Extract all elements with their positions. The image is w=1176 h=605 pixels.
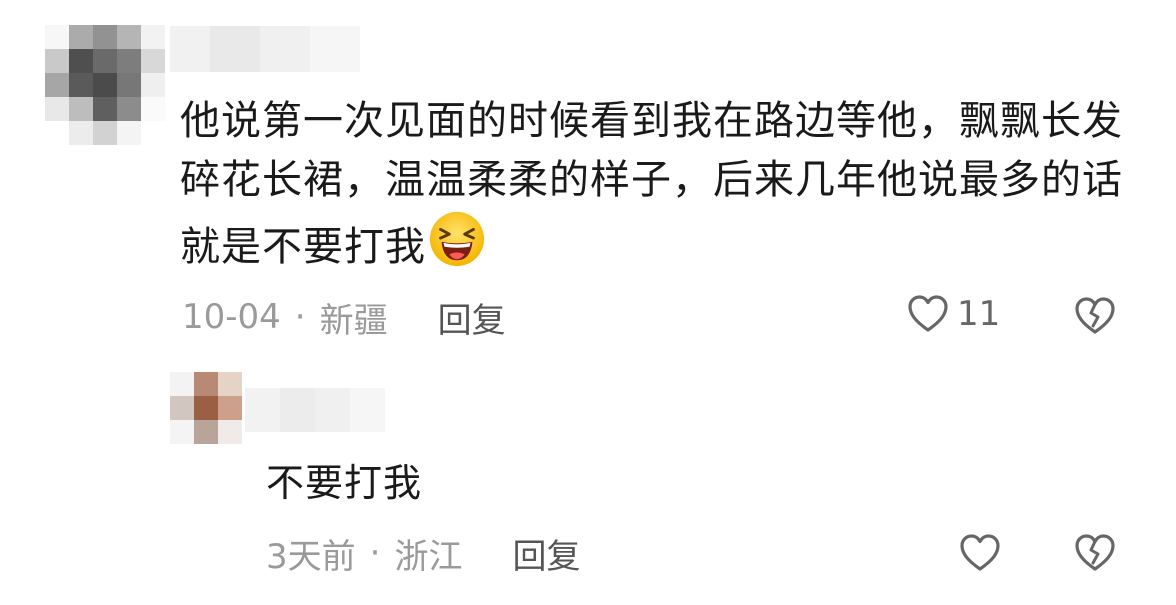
meta-separator: · xyxy=(294,297,306,337)
comment-thread: 他说第一次见面的时候看到我在路边等他，飘飘长发碎花长裙，温温柔柔的样子，后来几年… xyxy=(0,0,1176,605)
reply-location: 浙江 xyxy=(394,536,463,577)
dislike-button[interactable] xyxy=(1072,293,1118,339)
avatar[interactable] xyxy=(45,25,165,145)
reply-date: 3天前 xyxy=(266,536,356,577)
reply-button[interactable]: 回复 xyxy=(438,293,506,342)
comment-location: 新疆 xyxy=(319,300,388,341)
reply-dislike-button[interactable] xyxy=(1072,530,1118,576)
like-button[interactable]: 11 xyxy=(905,291,1000,337)
heart-icon xyxy=(960,534,1000,571)
laughing-squinting-emoji-icon xyxy=(429,211,485,267)
reply-button[interactable]: 回复 xyxy=(512,529,580,578)
reply-username-blurred[interactable] xyxy=(245,388,385,432)
comment-text: 他说第一次见面的时候看到我在路边等他，飘飘长发碎花长裙，温温柔柔的样子，后来几年… xyxy=(180,98,1123,270)
comment-body: 他说第一次见面的时候看到我在路边等他，飘飘长发碎花长裙，温温柔柔的样子，后来几年… xyxy=(180,92,1140,277)
reply-like-button[interactable] xyxy=(957,530,1003,576)
heart-icon xyxy=(908,295,948,332)
like-count: 11 xyxy=(957,294,1001,334)
broken-heart-icon xyxy=(1075,297,1115,334)
comment-date: 10-04 xyxy=(182,297,281,337)
meta-separator: · xyxy=(369,533,381,573)
reply-avatar[interactable] xyxy=(170,372,242,444)
reply-body: 不要打我 xyxy=(266,461,423,505)
broken-heart-icon xyxy=(1075,534,1115,571)
username-blurred[interactable] xyxy=(170,26,360,72)
reply-meta: 3天前 · 浙江 回复 xyxy=(266,529,580,578)
comment-meta: 10-04 · 新疆 回复 xyxy=(182,293,506,342)
